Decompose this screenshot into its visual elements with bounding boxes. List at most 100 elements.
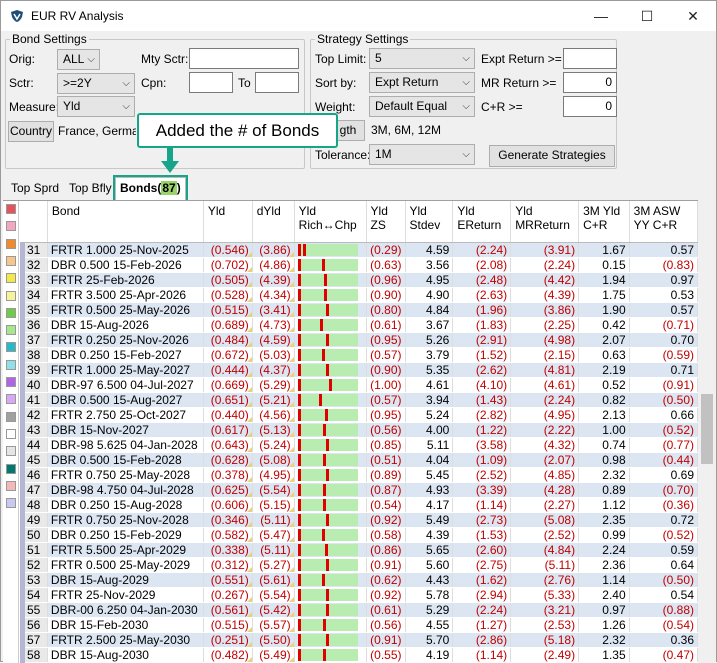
rich-chp-left-marker [297,469,301,481]
bonds-grid[interactable]: Bond Yld dYld Yld Rich↔Chp Yld ZS Yld Stdev Yl… [3,200,698,663]
mret-cell: (2.07) [510,452,580,468]
sort-by-select[interactable]: Expt Return ⌵ [369,72,475,93]
column-header-10[interactable]: 3M ASW YY C+R [629,201,698,243]
table-row[interactable]: 31 FRTR 1.000 25-Nov-2025 (0.546) (3.86) (0.… [20,242,698,258]
color-swatch[interactable] [6,480,16,491]
table-row[interactable]: 44 DBR-98 5.625 04-Jan-2028 (0.643) (5.24) (… [20,437,698,453]
table-row[interactable]: 49 FRTR 0.750 25-Nov-2028 (0.346) (5.11) (0.… [20,512,698,528]
country-button[interactable]: Country [8,121,54,142]
rich-chp-left-marker [297,349,301,361]
color-swatch[interactable] [6,255,16,266]
table-row[interactable]: 45 DBR 0.500 15-Feb-2028 (0.628) (5.08) (0.5… [20,452,698,468]
table-row[interactable]: 36 DBR 15-Aug-2026 (0.689) (4.73) (0.61) 3.67… [20,317,698,333]
table-row[interactable]: 43 DBR 15-Nov-2027 (0.617) (5.13) (0.56) 4.00… [20,422,698,438]
eret-cell: (2.82) [452,407,512,423]
vertical-scrollbar[interactable] [698,200,716,663]
table-row[interactable]: 40 DBR-97 6.500 04-Jul-2027 (0.669) (5.29) (… [20,377,698,393]
color-swatch[interactable] [6,394,16,405]
dyld-cell: (3.41) [252,302,295,318]
table-row[interactable]: 39 FRTR 1.000 25-May-2027 (0.444) (4.37) (0.… [20,362,698,378]
column-header-4[interactable]: Yld Rich↔Chp [294,201,367,243]
maximize-button[interactable]: ☐ [624,1,670,31]
close-button[interactable]: ✕ [670,1,716,31]
mret-cell: (2.53) [510,617,580,633]
top-limit-select[interactable]: 5 ⌵ [369,48,475,69]
table-row[interactable]: 34 FRTR 3.500 25-Apr-2026 (0.528) (4.34) (0.… [20,287,698,303]
scrollbar-thumb[interactable] [701,394,713,464]
color-swatch[interactable] [6,204,16,214]
tolerance-select[interactable]: 1M ⌵ [369,144,475,165]
color-swatch[interactable] [6,446,16,457]
table-row[interactable]: 58 DBR 15-Aug-2030 (0.482) (5.49) (0.55) 4.19… [20,647,698,663]
column-header-8[interactable]: Yld MRReturn [510,201,580,243]
color-swatch[interactable] [6,428,16,439]
color-swatch[interactable] [6,377,16,387]
tab-bonds[interactable]: Bonds(87) [113,175,188,202]
weight-select[interactable]: Default Equal ⌵ [369,96,475,117]
mret-cell: (3.86) [510,302,580,318]
generate-strategies-button[interactable]: Generate Strategies [489,145,615,167]
color-swatch[interactable] [6,238,16,249]
row-number: 31 [20,242,48,258]
table-header-row: Bond Yld dYld Yld Rich↔Chp Yld ZS Yld Stdev Yl… [22,201,698,243]
table-row[interactable]: 47 DBR-98 4.750 04-Jul-2028 (0.625) (5.54) (… [20,482,698,498]
column-header-7[interactable]: Yld EReturn [452,201,512,243]
cr-input[interactable]: 0 [563,96,617,117]
table-row[interactable]: 56 DBR 15-Feb-2030 (0.515) (5.57) (0.56) 4.55… [20,617,698,633]
table-row[interactable]: 53 DBR 15-Aug-2029 (0.551) (5.61) (0.62) 4.43… [20,572,698,588]
yld-cell: (0.338) [203,542,253,558]
table-row[interactable]: 50 DBR 0.250 15-Feb-2029 (0.582) (5.47) (0.5… [20,527,698,543]
expt-return-input[interactable] [563,48,617,69]
column-header-6[interactable]: Yld Stdev [405,201,454,243]
color-swatch[interactable] [6,359,16,370]
column-header-0[interactable] [22,201,48,243]
table-row[interactable]: 33 FRTR 25-Feb-2026 (0.505) (4.39) (0.96) 4.9… [20,272,698,288]
table-row[interactable]: 38 DBR 0.250 15-Feb-2027 (0.672) (5.03) (0.5… [20,347,698,363]
table-row[interactable]: 48 DBR 0.250 15-Aug-2028 (0.606) (5.15) (0.5… [20,497,698,513]
color-swatch[interactable] [6,325,16,336]
mret-cell: (3.21) [510,602,580,618]
table-row[interactable]: 52 FRTR 0.500 25-May-2029 (0.312) (5.27) (0.… [20,557,698,573]
table-row[interactable]: 46 FRTR 0.750 25-May-2028 (0.378) (4.95) (0.… [20,467,698,483]
table-row[interactable]: 57 FRTR 2.500 25-May-2030 (0.251) (5.50) (0.… [20,632,698,648]
color-swatch[interactable] [6,463,16,474]
table-row[interactable]: 51 FRTR 5.500 25-Apr-2029 (0.338) (5.11) (0.… [20,542,698,558]
table-row[interactable]: 54 FRTR 25-Nov-2029 (0.267) (5.54) (0.92) 5.7… [20,587,698,603]
minimize-button[interactable]: — [578,1,624,31]
weight-value: Default Equal [375,99,448,113]
orig-select[interactable]: ALL ⌵ [57,49,100,70]
color-swatch[interactable] [6,498,16,509]
color-swatch[interactable] [6,411,16,422]
column-header-3[interactable]: dYld [252,201,295,243]
measure-select[interactable]: Yld ⌵ [57,96,135,117]
color-swatch[interactable] [6,290,16,301]
table-row[interactable]: 55 DBR-00 6.250 04-Jan-2030 (0.561) (5.42) (… [20,602,698,618]
table-row[interactable]: 32 DBR 0.500 15-Feb-2026 (0.702) (4.86) (0.6… [20,257,698,273]
mr-return-input[interactable]: 0 [563,72,617,93]
table-row[interactable]: 42 FRTR 2.750 25-Oct-2027 (0.440) (4.56) (0.… [20,407,698,423]
tab-top-bfly[interactable]: Top Bfly [63,179,118,199]
mty-sctr-input[interactable] [189,48,299,69]
color-swatch[interactable] [6,221,16,232]
table-row[interactable]: 41 DBR 0.500 15-Aug-2027 (0.651) (5.21) (0.5… [20,392,698,408]
column-header-9[interactable]: 3M Yld C+R [578,201,630,243]
color-swatch[interactable] [6,307,16,318]
color-swatch[interactable] [6,342,16,353]
cpn-from-input[interactable] [189,72,233,93]
cpn-to-input[interactable] [255,72,299,93]
orig-value: ALL [63,52,85,66]
column-header-1[interactable]: Bond [47,201,204,243]
title-bar[interactable]: EUR RV Analysis — ☐ ✕ [1,1,716,31]
eret-cell: (2.24) [452,242,512,258]
mret-cell: (2.22) [510,422,580,438]
top-limit-label: Top Limit: [315,52,367,66]
cr-cell: 2.24 [578,542,630,558]
table-row[interactable]: 35 FRTR 0.500 25-May-2026 (0.515) (3.41) (0.… [20,302,698,318]
color-swatch[interactable] [6,273,16,284]
sctr-select[interactable]: >=2Y ⌵ [57,73,135,94]
chevron-down-icon: ⌵ [462,53,470,64]
table-row[interactable]: 37 FRTR 0.250 25-Nov-2026 (0.484) (4.59) (0.… [20,332,698,348]
column-header-2[interactable]: Yld [203,201,253,243]
tab-top-sprd[interactable]: Top Sprd [5,179,65,199]
column-header-5[interactable]: Yld ZS [366,201,406,243]
